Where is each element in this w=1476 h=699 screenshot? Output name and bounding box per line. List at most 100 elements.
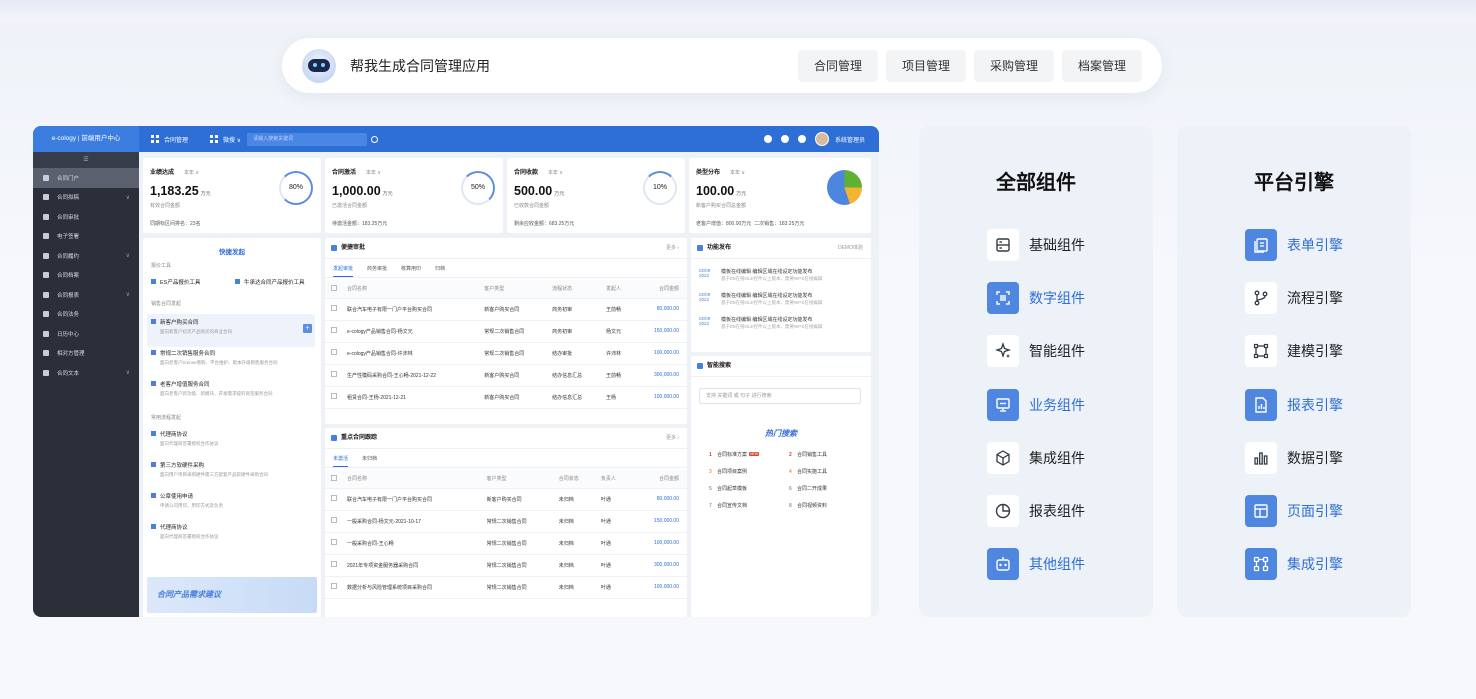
table-row[interactable]: 2021年专项资金服务器采购合同 常规二次销售合同 未归档 叶通 300,000.00 (325, 554, 687, 577)
checkbox-icon[interactable] (331, 349, 337, 355)
row-checkbox[interactable] (325, 510, 343, 533)
panel-item[interactable]: 数据引擎 (1245, 441, 1343, 474)
sidebar-item[interactable]: 合同报表 ∨ (33, 285, 139, 305)
hot-search-item[interactable]: 4 合同实施工具 (789, 468, 827, 475)
year-select[interactable]: 本年 ∨ (730, 170, 745, 176)
panel-item[interactable]: 流程引擎 (1245, 282, 1343, 315)
checkbox-icon[interactable] (331, 305, 337, 311)
hot-search-item[interactable]: 3 合同项目案例 (709, 468, 747, 475)
chip-project[interactable]: 项目管理 (885, 49, 966, 82)
table-cell[interactable]: 联合汽车电子有限一门户平台购买合同 (343, 298, 481, 321)
quick-tool[interactable]: ES产品报价工具 (151, 278, 200, 286)
sidebar-item[interactable]: 合同审批 (33, 207, 139, 227)
panel-item[interactable]: 智能组件 (987, 335, 1085, 368)
table-row[interactable]: 一般采购合同-杨文元-2021-10-17 常规二次销售合同 未归档 叶通 150,00… (325, 510, 687, 533)
select-all-checkbox[interactable] (325, 280, 343, 299)
checkbox-icon[interactable] (331, 539, 337, 545)
tab[interactable]: 核算用印 (401, 260, 421, 277)
panel-item[interactable]: 报表组件 (987, 495, 1085, 527)
table-row[interactable]: e-cology产品销售合同-许沛林 常规二次销售合同 结办审批 许沛林 100,000… (325, 342, 687, 365)
sidebar-item[interactable]: 合同拟稿 ∨ (33, 188, 139, 208)
feedback-banner[interactable]: 合同产品需求建议 (147, 577, 317, 613)
table-cell[interactable]: 一般采购合同-杨文元-2021-10-17 (343, 510, 483, 533)
year-select[interactable]: 本年 ∨ (548, 170, 563, 176)
sidebar-item[interactable]: 相对方管理 (33, 344, 139, 364)
table-row[interactable]: 联合汽车电子有限一门户平台购买合同 新客户购买合同 商务初审 王前畅 80,000.00 (325, 298, 687, 321)
sidebar-item[interactable]: 合同文本 ∨ (33, 363, 139, 383)
panel-item[interactable]: 数字组件 (987, 282, 1085, 315)
sidebar-item[interactable]: 日历中心 (33, 324, 139, 344)
panel-item[interactable]: 表单引擎 (1245, 229, 1343, 261)
checkbox-icon[interactable] (331, 474, 337, 481)
checkbox-icon[interactable] (331, 561, 337, 567)
sidebar-item[interactable]: 合同门户 (33, 168, 139, 188)
sidebar-item[interactable]: 合同法务 (33, 305, 139, 325)
hot-search-item[interactable]: 8 合同视频资料 (789, 502, 827, 509)
star-icon[interactable] (763, 135, 772, 143)
row-checkbox[interactable] (325, 386, 343, 409)
hot-search-item[interactable]: 2 合同销售工具 (789, 451, 827, 458)
panel-item[interactable]: 业务组件 (987, 388, 1085, 421)
chip-purchase[interactable]: 采购管理 (973, 49, 1054, 82)
smart-search-input[interactable]: 支持 关键词 或 句子 进行搜索 (699, 388, 861, 404)
table-cell[interactable]: 数据分析与风险管理系统项目采购合同 (343, 576, 483, 599)
panel-item[interactable]: 基础组件 (987, 229, 1085, 261)
bell-icon[interactable] (780, 135, 789, 143)
checkbox-icon[interactable] (331, 327, 337, 333)
row-checkbox[interactable] (325, 488, 343, 511)
table-cell[interactable]: e-cology产品销售合同-杨文元 (343, 320, 481, 343)
hot-search-item[interactable]: 7 合同宣传文档 (709, 502, 747, 509)
table-cell[interactable]: 联合汽车电子有限一门户平台购买合同 (343, 488, 483, 511)
flow-item[interactable]: 代理商协议 (151, 430, 188, 438)
table-cell[interactable]: 租赁合同-王杨-2021-12-21 (343, 386, 481, 409)
panel-item[interactable]: 集成引擎 (1245, 548, 1343, 581)
hot-search-item[interactable]: 6 合同二开成果 (789, 485, 827, 492)
module-grid-icon[interactable] (210, 135, 219, 143)
table-cell[interactable]: 2021年专项资金服务器采购合同 (343, 554, 483, 577)
more-link[interactable]: 更多 › (666, 238, 679, 259)
table-row[interactable]: 数据分析与风险管理系统项目采购合同 常规二次销售合同 未归档 叶通 100,000.00 (325, 576, 687, 599)
chip-contract[interactable]: 合同管理 (797, 49, 878, 82)
sidebar-item[interactable]: 电子签署 (33, 227, 139, 247)
year-select[interactable]: 本年 ∨ (366, 170, 381, 176)
chip-archive[interactable]: 档案管理 (1061, 49, 1142, 82)
quick-item[interactable]: 常规二次销售服务合同 (151, 349, 215, 357)
table-cell[interactable]: 一般采购合同-王心畅 (343, 532, 483, 555)
panel-item[interactable]: 建模引擎 (1245, 335, 1343, 368)
flow-item[interactable]: 公章使用申请 (151, 492, 193, 500)
quick-item[interactable]: 新客户购买合同 (151, 318, 199, 326)
row-checkbox[interactable] (325, 554, 343, 577)
row-checkbox[interactable] (325, 342, 343, 365)
more-link[interactable]: 更多 › (666, 428, 679, 449)
chevron-down-icon[interactable]: ∨ (126, 194, 130, 201)
tab[interactable]: 未归档 (362, 450, 377, 467)
panel-item[interactable]: 集成组件 (987, 441, 1085, 474)
checkbox-icon[interactable] (331, 371, 337, 377)
table-row[interactable]: 生产性模码采购合同-王心畅-2021-12-22 新客户购买合同 结办信息汇总 王前畅… (325, 364, 687, 387)
menu-toggle-icon[interactable]: ☰ (33, 152, 139, 168)
panel-item[interactable]: 页面引擎 (1245, 495, 1343, 527)
search-icon[interactable] (371, 135, 379, 143)
checkbox-icon[interactable] (331, 284, 337, 291)
tab[interactable]: 发起审批 (333, 260, 354, 277)
header-search-input[interactable]: 请输入搜索关键词 (247, 132, 368, 146)
row-checkbox[interactable] (325, 320, 343, 343)
row-checkbox[interactable] (325, 298, 343, 321)
tab[interactable]: 商务审批 (367, 260, 387, 277)
checkbox-icon[interactable] (331, 393, 337, 399)
hot-search-item[interactable]: 1 合同标准方案 NEW (709, 451, 760, 458)
checkbox-icon[interactable] (331, 517, 337, 523)
table-row[interactable]: 一般采购合同-王心畅 常规二次销售合同 未归档 叶通 100,000.00 (325, 532, 687, 555)
avatar[interactable] (814, 132, 829, 146)
user-name[interactable]: 系统管理员 (835, 135, 865, 144)
quick-tool[interactable]: 牛承达合同产品报价工具 (235, 278, 305, 286)
panel-item[interactable]: 其他组件 (987, 548, 1085, 581)
table-cell[interactable]: e-cology产品销售合同-许沛林 (343, 342, 481, 365)
hot-search-item[interactable]: 5 合同起草模板 (709, 485, 747, 492)
row-checkbox[interactable] (325, 364, 343, 387)
tab[interactable]: 归档 (435, 260, 445, 277)
app-grid-icon[interactable] (151, 135, 159, 143)
add-icon[interactable]: + (303, 324, 312, 333)
tab[interactable]: 未激活 (333, 450, 349, 467)
sidebar-item[interactable]: 合同履约 ∨ (33, 246, 139, 266)
